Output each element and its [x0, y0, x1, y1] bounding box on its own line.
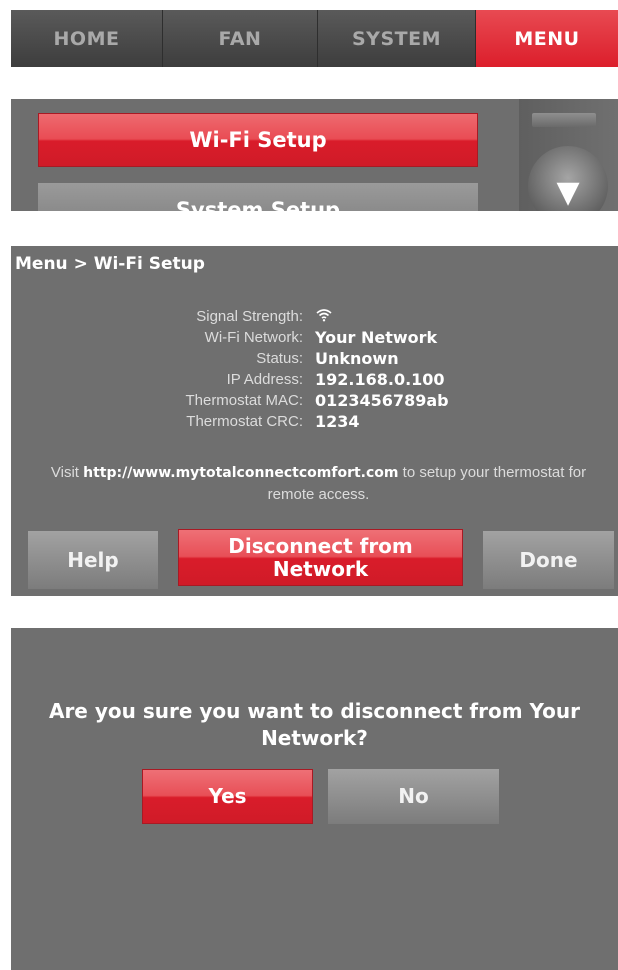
wifi-icon — [315, 308, 333, 326]
menu-item-system-setup[interactable]: System Setup — [38, 183, 478, 211]
info-label: Status: — [256, 350, 303, 367]
info-value: 1234 — [315, 412, 360, 431]
menu-list: Wi-Fi Setup System Setup ▼ — [11, 99, 618, 211]
disconnect-button[interactable]: Disconnect from Network — [178, 529, 463, 586]
website-link[interactable]: http://www.mytotalconnectcomfort.com — [83, 465, 398, 481]
info-value: Unknown — [315, 349, 399, 368]
info-label: Wi-Fi Network: — [204, 329, 303, 346]
info-label: Thermostat MAC: — [185, 392, 303, 409]
info-row-ip: IP Address: 192.168.0.100 — [11, 369, 618, 390]
info-label: Signal Strength: — [196, 308, 303, 325]
info-value: 192.168.0.100 — [315, 370, 445, 389]
tab-menu[interactable]: MENU — [476, 10, 618, 67]
info-row-signal: Signal Strength: — [11, 306, 618, 327]
help-button[interactable]: Help — [28, 531, 158, 589]
confirm-question: Are you sure you want to disconnect from… — [48, 699, 581, 750]
tab-fan[interactable]: FAN — [163, 10, 318, 67]
tab-bar: HOME FAN SYSTEM MENU — [11, 10, 618, 67]
yes-button[interactable]: Yes — [142, 769, 313, 824]
wifi-setup-screen: Menu > Wi-Fi Setup Signal Strength: Wi-F… — [11, 246, 618, 596]
scroll-up-button[interactable] — [532, 113, 596, 127]
disconnect-confirm-dialog: Are you sure you want to disconnect from… — [11, 628, 618, 970]
done-button[interactable]: Done — [483, 531, 614, 589]
info-row-crc: Thermostat CRC: 1234 — [11, 411, 618, 432]
info-row-network: Wi-Fi Network: Your Network — [11, 327, 618, 348]
info-label: IP Address: — [226, 371, 303, 388]
remote-access-note: Visit http://www.mytotalconnectcomfort.c… — [31, 462, 606, 506]
info-row-mac: Thermostat MAC: 0123456789ab — [11, 390, 618, 411]
menu-item-wifi-setup[interactable]: Wi-Fi Setup — [38, 113, 478, 167]
tab-home[interactable]: HOME — [11, 10, 163, 67]
info-label: Thermostat CRC: — [186, 413, 303, 430]
no-button[interactable]: No — [328, 769, 499, 824]
wifi-info-list: Signal Strength: Wi-Fi Network: Your Net… — [11, 306, 618, 432]
info-row-status: Status: Unknown — [11, 348, 618, 369]
tab-system[interactable]: SYSTEM — [318, 10, 476, 67]
info-value: 0123456789ab — [315, 391, 449, 410]
breadcrumb: Menu > Wi-Fi Setup — [15, 254, 205, 274]
visit-prefix: Visit — [50, 464, 84, 481]
info-value: Your Network — [315, 328, 438, 347]
triangle-down-icon: ▼ — [556, 175, 580, 210]
